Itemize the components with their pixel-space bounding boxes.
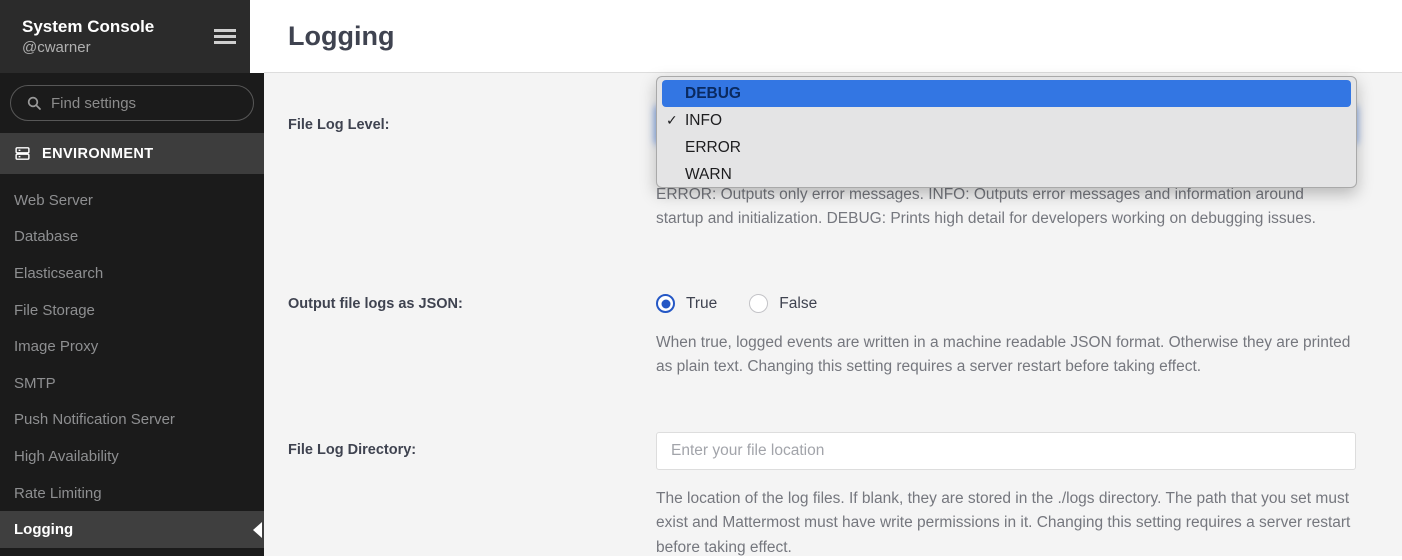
option-label: INFO (685, 112, 722, 130)
file-log-directory-label: File Log Directory: (288, 442, 416, 458)
file-log-directory-help: The location of the log files. If blank,… (656, 487, 1354, 560)
option-label: ERROR (685, 139, 741, 157)
search-strip (0, 73, 264, 133)
search-input[interactable] (51, 95, 241, 112)
sidebar-header: System Console @cwarner (0, 0, 250, 73)
dropdown-option-error[interactable]: ERROR (662, 134, 1351, 161)
file-log-level-label: File Log Level: (288, 117, 390, 133)
radio-true-label: True (686, 295, 717, 313)
sidebar-item-database[interactable]: Database (0, 219, 264, 256)
app-title: System Console (22, 16, 214, 38)
sidebar-item-file-storage[interactable]: File Storage (0, 292, 264, 329)
page-title: Logging (288, 21, 394, 52)
current-user: @cwarner (22, 38, 214, 58)
sidebar-item-web-server[interactable]: Web Server (0, 182, 264, 219)
dropdown-option-info[interactable]: ✓ INFO (662, 107, 1351, 134)
json-output-help: When true, logged events are written in … (656, 331, 1354, 380)
sidebar-item-smtp[interactable]: SMTP (0, 365, 264, 402)
sidebar-item-logging[interactable]: Logging (0, 511, 264, 548)
server-stack-icon (14, 145, 31, 162)
search-icon (26, 95, 42, 111)
radio-true-circle[interactable] (656, 294, 675, 313)
sidebar: System Console @cwarner ENVIRONMENT (0, 0, 264, 556)
page-header: Logging (264, 0, 1402, 73)
radio-false-circle[interactable] (749, 294, 768, 313)
sidebar-section-environment[interactable]: ENVIRONMENT (0, 133, 264, 174)
sidebar-item-push-notification-server[interactable]: Push Notification Server (0, 402, 264, 439)
sidebar-body: ENVIRONMENT Web Server Database Elastics… (0, 73, 264, 556)
radio-false-label: False (779, 295, 817, 313)
dropdown-option-debug[interactable]: DEBUG (662, 80, 1351, 107)
json-output-radios: True False (656, 294, 849, 313)
search-box[interactable] (10, 85, 254, 121)
main-content: Logging File Log Level: DEBUG ✓ INFO ERR… (264, 0, 1402, 556)
radio-true[interactable]: True (656, 294, 717, 313)
json-output-label: Output file logs as JSON: (288, 296, 463, 312)
dropdown-option-warn[interactable]: WARN (662, 161, 1351, 188)
section-label: ENVIRONMENT (42, 146, 154, 162)
sidebar-item-elasticsearch[interactable]: Elasticsearch (0, 255, 264, 292)
file-log-level-help: ERROR: Outputs only error messages. INFO… (656, 183, 1354, 232)
sidebar-item-rate-limiting[interactable]: Rate Limiting (0, 475, 264, 512)
file-log-directory-input[interactable] (656, 432, 1356, 470)
check-icon: ✓ (666, 112, 678, 129)
sidebar-item-image-proxy[interactable]: Image Proxy (0, 328, 264, 365)
option-label: WARN (685, 166, 732, 184)
file-log-level-dropdown: DEBUG ✓ INFO ERROR WARN (656, 76, 1357, 188)
menu-icon[interactable] (214, 26, 236, 47)
radio-false[interactable]: False (749, 294, 817, 313)
sidebar-item-high-availability[interactable]: High Availability (0, 438, 264, 475)
option-label: DEBUG (685, 85, 741, 103)
sidebar-items: Web Server Database Elasticsearch File S… (0, 174, 264, 548)
